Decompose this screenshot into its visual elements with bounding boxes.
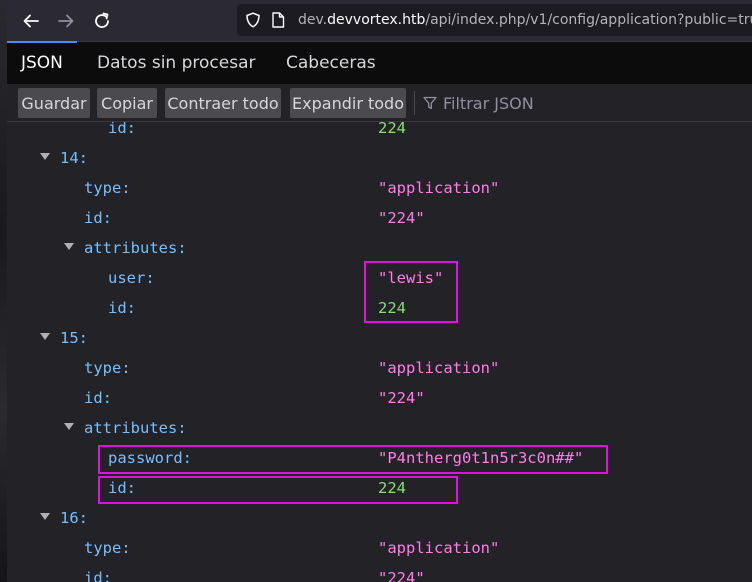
back-button[interactable] (18, 8, 44, 34)
forward-button[interactable] (53, 8, 79, 34)
json-viewer-tabs: JSON Datos sin procesar Cabeceras (7, 41, 752, 84)
reload-button[interactable] (89, 8, 115, 34)
expand-twisty-icon[interactable] (40, 153, 50, 160)
json-row[interactable]: 15: (7, 323, 752, 353)
json-key: type: (84, 179, 131, 197)
json-value: "224" (378, 209, 425, 227)
json-key: attributes: (84, 239, 187, 257)
expand-twisty-icon[interactable] (64, 243, 74, 250)
json-row[interactable]: id: "224" (7, 563, 752, 582)
json-key: user: (108, 269, 155, 287)
url-prefix: dev. (297, 12, 328, 28)
json-key: id: (84, 209, 112, 227)
json-row[interactable]: id: "224" (7, 383, 752, 413)
url-text[interactable]: dev.devvortex.htb/api/index.php/v1/confi… (298, 12, 752, 28)
json-key: type: (84, 359, 131, 377)
json-value: "lewis" (378, 269, 444, 287)
expand-all-button[interactable]: Expandir todo (290, 88, 406, 118)
url-path: /api/index.php/v1/config/application?pub… (425, 12, 752, 28)
json-row[interactable]: user: "lewis" (7, 263, 752, 293)
tab-headers-label: Cabeceras (286, 53, 376, 73)
json-row[interactable]: id: 224 (7, 473, 752, 503)
json-row[interactable]: attributes: (7, 233, 752, 263)
json-value: "application" (378, 539, 500, 557)
desktop-edge (0, 0, 7, 582)
json-key: attributes: (84, 419, 187, 437)
json-key: 14: (60, 149, 88, 167)
browser-toolbar: dev.devvortex.htb/api/index.php/v1/confi… (7, 0, 752, 41)
json-row[interactable]: 16: (7, 503, 752, 533)
json-value: "application" (378, 179, 500, 197)
json-key: id: (108, 122, 136, 137)
reload-icon (95, 12, 109, 28)
json-key: password: (108, 449, 192, 467)
filter-placeholder: Filtrar JSON (443, 93, 534, 113)
page-icon (269, 11, 285, 29)
filter-json-input[interactable]: Filtrar JSON (423, 88, 534, 118)
json-key: 15: (60, 329, 88, 347)
copy-button[interactable]: Copiar (97, 88, 157, 118)
json-key: id: (108, 479, 136, 497)
json-row[interactable]: type: "application" (7, 173, 752, 203)
json-row[interactable]: password: "P4ntherg0t1n5r3c0n##" (7, 443, 752, 473)
json-row[interactable]: 14: (7, 143, 752, 173)
url-bar[interactable]: dev.devvortex.htb/api/index.php/v1/confi… (237, 4, 752, 36)
json-row[interactable]: id: "224" (7, 203, 752, 233)
toolbar-divider (414, 91, 415, 115)
json-value: "P4ntherg0t1n5r3c0n##" (378, 449, 584, 467)
json-row[interactable]: type: "application" (7, 353, 752, 383)
json-value: "224" (378, 389, 425, 407)
json-key: id: (108, 299, 136, 317)
tab-headers[interactable]: Cabeceras (272, 42, 390, 84)
shield-icon[interactable] (245, 11, 261, 29)
json-row[interactable]: id: 224 (7, 293, 752, 323)
json-key: 16: (60, 509, 88, 527)
json-row[interactable]: type: "application" (7, 533, 752, 563)
json-row[interactable]: id: 224 (7, 122, 752, 143)
url-domain: devvortex.htb (327, 12, 426, 28)
expand-twisty-icon[interactable] (64, 423, 74, 430)
json-tree: id: 224 14: type: "application" id: "224" attri… (7, 122, 752, 582)
tab-raw-data[interactable]: Datos sin procesar (83, 42, 269, 84)
expand-twisty-icon[interactable] (40, 513, 50, 520)
collapse-all-button[interactable]: Contraer todo (165, 88, 281, 118)
json-value: 224 (378, 299, 406, 317)
json-row[interactable]: attributes: (7, 413, 752, 443)
save-button[interactable]: Guardar (18, 88, 90, 118)
tab-raw-data-label: Datos sin procesar (97, 53, 256, 73)
json-value: "application" (378, 359, 500, 377)
json-key: id: (84, 569, 112, 582)
back-arrow-icon (23, 14, 39, 28)
tab-json[interactable]: JSON (7, 41, 77, 84)
json-toolbar: Guardar Copiar Contraer todo Expandir to… (7, 84, 752, 122)
expand-twisty-icon[interactable] (40, 333, 50, 340)
filter-icon (423, 96, 437, 110)
json-value: 224 (378, 122, 406, 137)
json-value: "224" (378, 569, 425, 582)
forward-arrow-icon (58, 14, 74, 28)
json-key: id: (84, 389, 112, 407)
json-key: type: (84, 539, 131, 557)
json-value: 224 (378, 479, 406, 497)
tab-json-label: JSON (21, 53, 63, 73)
